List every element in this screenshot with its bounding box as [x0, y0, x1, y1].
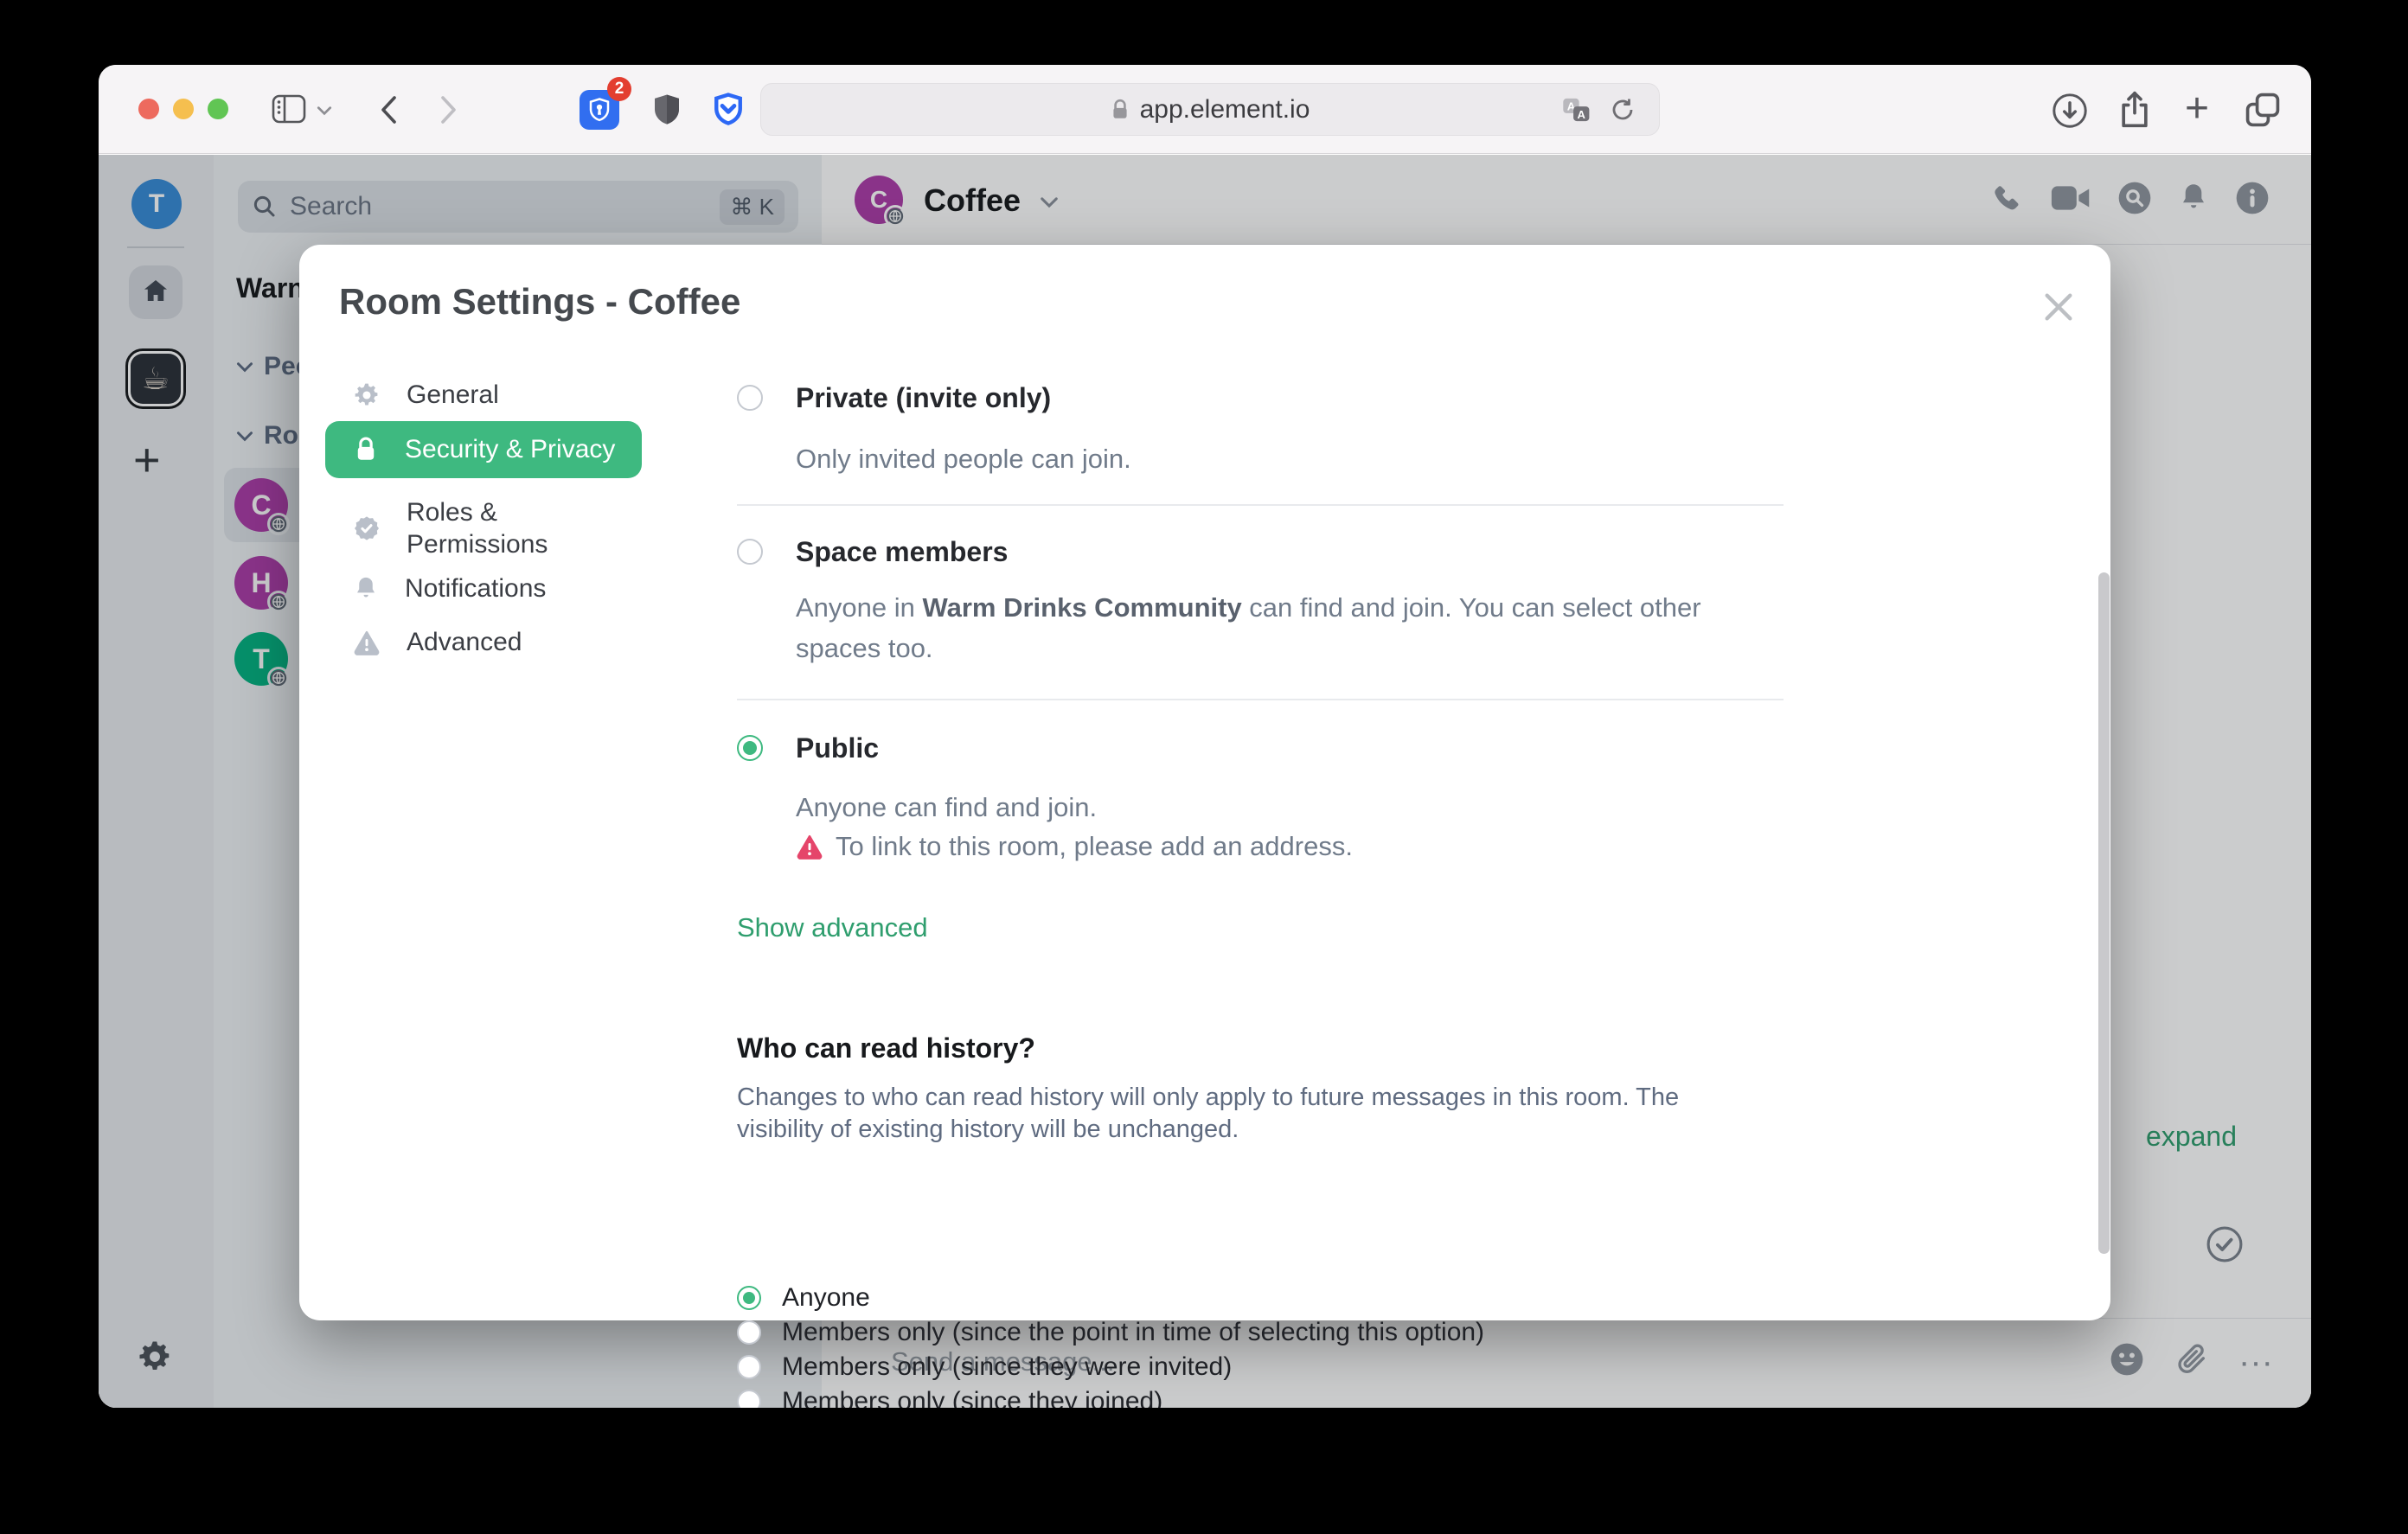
history-option-label: Anyone [782, 1283, 870, 1312]
tab-general[interactable]: General [325, 369, 642, 421]
radio [737, 1355, 761, 1379]
chevron-down-icon[interactable] [317, 105, 332, 120]
back-icon[interactable] [377, 93, 400, 131]
tab-roles-permissions[interactable]: Roles & Permissions [325, 487, 642, 570]
history-option-label: Members only (since they joined) [782, 1387, 1163, 1408]
access-option-description: Only invited people can join. [796, 444, 1131, 474]
lock-icon [353, 436, 379, 463]
radio [737, 1286, 761, 1310]
radio-history-members-invited[interactable]: Members only (since they were invited) [737, 1350, 1484, 1384]
show-advanced-link[interactable]: Show advanced [737, 912, 928, 943]
app-viewport: T ☕ + Search ⌘ K Warn Pec Roc C H T C Co… [99, 155, 2311, 1408]
access-option-label[interactable]: Space members [796, 536, 1008, 568]
warning-triangle-icon [796, 833, 823, 860]
share-icon[interactable] [2116, 89, 2154, 135]
privacy-shield-icon[interactable] [649, 91, 685, 133]
minimize-window-button[interactable] [173, 99, 194, 119]
radio-private[interactable] [737, 385, 763, 411]
radio-history-anyone[interactable]: Anyone [737, 1281, 1484, 1315]
radio-public[interactable] [737, 735, 763, 761]
tab-label: Roles & Permissions [407, 498, 548, 559]
close-window-button[interactable] [138, 99, 159, 119]
history-description: Changes to who can read history will onl… [737, 1083, 1680, 1143]
screen: 2 app.element.io AA + T ☕ + Search ⌘ K W… [0, 0, 2408, 1534]
access-option-description: Anyone can find and join. [796, 792, 1098, 822]
warning-triangle-icon [353, 629, 381, 656]
history-heading: Who can read history? [737, 1032, 1035, 1064]
address-bar[interactable]: app.element.io AA [760, 83, 1660, 136]
history-option-label: Members only (since they were invited) [782, 1352, 1233, 1381]
history-option-label: Members only (since the point in time of… [782, 1318, 1485, 1346]
security-settings-content: Private (invite only) Only invited peopl… [737, 366, 1792, 1408]
access-option-label[interactable]: Public [796, 732, 879, 764]
access-option-label[interactable]: Private (invite only) [796, 382, 1051, 414]
zoom-window-button[interactable] [208, 99, 228, 119]
tab-label: Security & Privacy [405, 435, 616, 463]
sidebar-toggle-icon[interactable] [272, 93, 306, 129]
pocket-extension-icon[interactable] [709, 91, 747, 133]
tab-security-privacy[interactable]: Security & Privacy [325, 421, 642, 478]
address-warning: To link to this room, please add an addr… [796, 826, 1353, 866]
radio-history-members-joined[interactable]: Members only (since they joined) [737, 1384, 1484, 1408]
access-option-description: Anyone in Warm Drinks Community can find… [796, 592, 1701, 663]
extension-badge: 2 [607, 77, 631, 101]
reload-icon[interactable] [1609, 95, 1636, 129]
translate-icon[interactable]: AA [1562, 96, 1591, 128]
tab-overview-icon[interactable] [2244, 91, 2282, 133]
new-tab-icon[interactable]: + [2185, 88, 2209, 130]
svg-text:A: A [1578, 108, 1586, 121]
url-text: app.element.io [1139, 94, 1310, 124]
browser-window: 2 app.element.io AA + T ☕ + Search ⌘ K W… [99, 65, 2311, 1408]
divider [737, 504, 1784, 506]
tab-label: Advanced [407, 628, 522, 656]
lock-icon [1111, 99, 1130, 121]
bell-icon [353, 574, 379, 604]
tab-label: Notifications [405, 574, 547, 603]
tab-label: General [407, 380, 499, 409]
room-settings-dialog: Room Settings - Coffee General Security … [299, 245, 2110, 1408]
close-icon[interactable] [2041, 290, 2076, 329]
radio [737, 1320, 761, 1345]
browser-toolbar: 2 app.element.io AA + [99, 65, 2311, 154]
dialog-title: Room Settings - Coffee [339, 281, 741, 322]
radio-history-members-point-in-time[interactable]: Members only (since the point in time of… [737, 1315, 1484, 1350]
verified-badge-icon [353, 515, 381, 542]
radio-space-members[interactable] [737, 539, 763, 565]
modal-scrollbar[interactable] [2098, 572, 2110, 1254]
tab-advanced[interactable]: Advanced [325, 617, 642, 668]
divider [737, 699, 1784, 700]
gear-icon [353, 381, 381, 409]
warning-text: To link to this room, please add an addr… [836, 831, 1353, 861]
forward-icon[interactable] [438, 93, 460, 131]
radio [737, 1390, 761, 1408]
space-name-bold: Warm Drinks Community [922, 592, 1242, 623]
downloads-icon[interactable] [2052, 93, 2088, 133]
tab-notifications[interactable]: Notifications [325, 563, 642, 615]
